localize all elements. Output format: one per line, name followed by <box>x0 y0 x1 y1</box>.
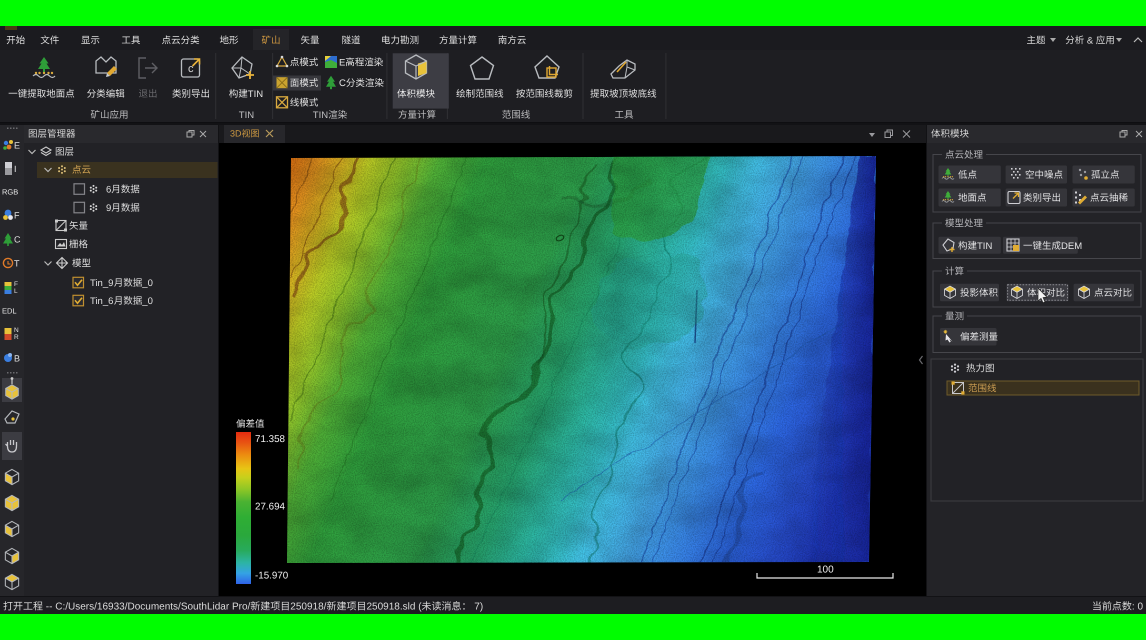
svg-text:EDL: EDL <box>2 307 17 316</box>
svg-text:N: N <box>14 327 19 334</box>
svg-text:_0: _0 <box>141 296 153 307</box>
svg-text:R: R <box>14 334 19 341</box>
svg-text:TIN: TIN <box>239 110 254 121</box>
svg-text:9: 9 <box>106 203 111 214</box>
svg-text:3D: 3D <box>230 129 242 139</box>
svg-text:Tin_9: Tin_9 <box>90 278 113 289</box>
svg-text:-- C:/Users/16933/Documents/So: -- C:/Users/16933/Documents/SouthLidar P… <box>43 602 251 613</box>
svg-text:E: E <box>339 57 345 68</box>
svg-text:TIN: TIN <box>248 89 263 100</box>
svg-text:E: E <box>14 141 20 151</box>
svg-text:_0: _0 <box>141 278 153 289</box>
svg-text:100: 100 <box>817 565 834 576</box>
svg-text:-15.970: -15.970 <box>255 571 289 582</box>
svg-text:TIN: TIN <box>977 241 992 252</box>
svg-text:F: F <box>14 211 20 221</box>
svg-text:TIN: TIN <box>313 110 328 121</box>
svg-text:71.358: 71.358 <box>255 434 286 445</box>
svg-text:27.694: 27.694 <box>255 502 286 513</box>
svg-text:DEM: DEM <box>1061 241 1082 252</box>
svg-text:C: C <box>14 235 21 245</box>
svg-text:6: 6 <box>106 184 111 195</box>
svg-text:7): 7) <box>472 602 484 613</box>
svg-text:&: & <box>1084 35 1096 46</box>
svg-text:C: C <box>339 78 346 89</box>
svg-text:I: I <box>14 164 17 174</box>
svg-text:F: F <box>14 281 18 288</box>
svg-text:T: T <box>14 259 20 269</box>
svg-text:250918.sld (: 250918.sld ( <box>367 602 423 613</box>
svg-text:: 0: : 0 <box>1132 602 1144 613</box>
svg-text:RGB: RGB <box>2 188 18 197</box>
svg-text:250918/: 250918/ <box>290 602 326 613</box>
svg-text:B: B <box>14 354 20 364</box>
svg-text:L: L <box>14 288 18 295</box>
svg-text:Tin_6: Tin_6 <box>90 296 113 307</box>
